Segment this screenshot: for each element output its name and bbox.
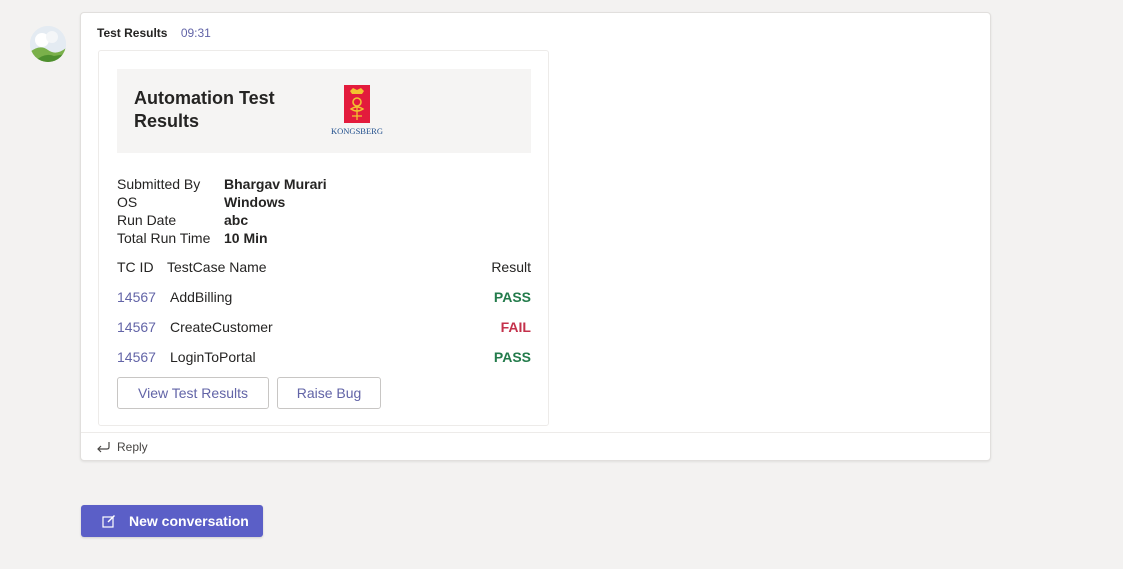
fact-key: Run Date bbox=[117, 212, 177, 228]
fact-value: 10 Min bbox=[224, 230, 268, 246]
tc-id-link[interactable]: 14567 bbox=[117, 319, 156, 335]
logo-wordmark: KONGSBERG bbox=[331, 126, 383, 136]
kongsberg-logo-icon: KONGSBERG bbox=[331, 85, 383, 136]
table-row: 14567 CreateCustomer FAIL bbox=[117, 319, 531, 337]
testcase-name: AddBilling bbox=[170, 289, 233, 305]
compose-icon bbox=[102, 515, 115, 528]
testcase-name: CreateCustomer bbox=[170, 319, 273, 335]
results-table-header: TC ID TestCase Name Result bbox=[117, 259, 531, 277]
result-badge: PASS bbox=[493, 289, 531, 305]
column-header-testcase-name: TestCase Name bbox=[167, 259, 267, 275]
reply-bar[interactable]: Reply bbox=[81, 432, 990, 460]
chat-message: Test Results 09:31 Automation Test Resul… bbox=[80, 12, 991, 461]
adaptive-card: Automation Test Results KONGSBERG Submit… bbox=[98, 50, 549, 426]
fact-key: OS bbox=[117, 194, 138, 210]
new-conversation-label: New conversation bbox=[129, 513, 249, 529]
fact-row: OS Windows bbox=[117, 193, 327, 211]
column-header-tc-id: TC ID bbox=[117, 259, 154, 275]
fact-value: Bhargav Murari bbox=[224, 176, 327, 192]
fact-key: Total Run Time bbox=[117, 230, 211, 246]
testcase-name: LoginToPortal bbox=[170, 349, 256, 365]
fact-key: Submitted By bbox=[117, 176, 201, 192]
view-test-results-button[interactable]: View Test Results bbox=[117, 377, 269, 409]
fact-row: Run Date abc bbox=[117, 211, 327, 229]
raise-bug-button[interactable]: Raise Bug bbox=[277, 377, 381, 409]
column-header-result: Result bbox=[491, 259, 531, 275]
card-title: Automation Test Results bbox=[134, 88, 275, 131]
fact-value: Windows bbox=[224, 194, 286, 210]
tc-id-link[interactable]: 14567 bbox=[117, 349, 156, 365]
message-header: Test Results 09:31 bbox=[97, 26, 211, 40]
table-row: 14567 AddBilling PASS bbox=[117, 289, 531, 307]
table-row: 14567 LoginToPortal PASS bbox=[117, 349, 531, 367]
result-badge: PASS bbox=[493, 349, 531, 365]
result-badge: FAIL bbox=[500, 319, 531, 335]
reply-arrow-icon bbox=[97, 442, 110, 453]
card-banner: Automation Test Results KONGSBERG bbox=[117, 69, 531, 153]
message-timestamp: 09:31 bbox=[180, 26, 211, 40]
new-conversation-button[interactable]: New conversation bbox=[81, 505, 263, 537]
fact-set: Submitted By Bhargav Murari OS Windows R… bbox=[117, 175, 327, 247]
avatar-image-icon bbox=[30, 26, 66, 62]
tc-id-link[interactable]: 14567 bbox=[117, 289, 156, 305]
sender-name[interactable]: Test Results bbox=[97, 26, 167, 40]
kongsberg-logo: KONGSBERG bbox=[327, 85, 387, 137]
fact-row: Total Run Time 10 Min bbox=[117, 229, 327, 247]
fact-value: abc bbox=[224, 212, 249, 228]
fact-row: Submitted By Bhargav Murari bbox=[117, 175, 327, 193]
reply-label: Reply bbox=[117, 440, 148, 454]
sender-avatar[interactable] bbox=[30, 26, 66, 62]
